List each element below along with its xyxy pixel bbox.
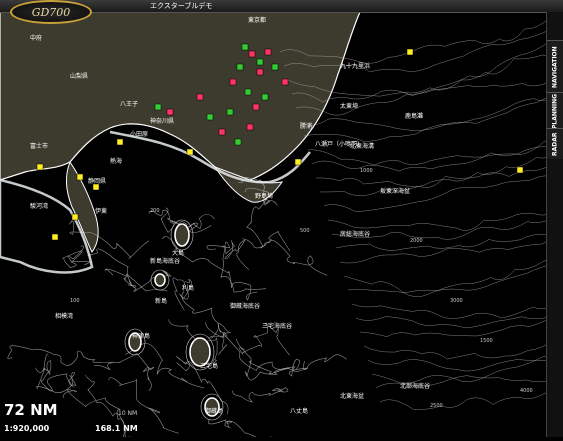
island: [189, 337, 211, 367]
place-label: 北東海盆: [340, 392, 364, 400]
place-label: 八瀬戸（小鳴門）: [315, 140, 363, 148]
side-tab-bar: NAVIGATION PLANNING RADAR: [546, 12, 563, 437]
chart-marker: [248, 50, 256, 58]
chart-marker: [51, 233, 59, 241]
chart-marker: [166, 108, 174, 116]
chart-marker: [218, 128, 226, 136]
place-label: 神津島: [132, 332, 150, 340]
chart-marker: [154, 103, 162, 111]
place-label: 坂東深海盆: [380, 187, 410, 195]
island: [174, 223, 190, 247]
brand-logo: GD700: [10, 0, 92, 24]
place-label: 八丈島: [290, 407, 308, 415]
place-label: 新島: [155, 297, 167, 305]
chart-map[interactable]: 中府 東京都八王子 山梨県静岡県 神奈川県 九十九里浜太東埼勝浦富士市伊東 熱海 小田原大島…: [0, 11, 563, 441]
depth-label: 1500: [480, 338, 493, 344]
scale-distance: 72 NM: [4, 401, 58, 419]
tab-planning[interactable]: PLANNING: [547, 92, 563, 129]
place-label: 伊東: [95, 207, 107, 215]
chart-marker: [36, 163, 44, 171]
place-label: 房総海底谷: [340, 230, 370, 238]
depth-label: 2500: [430, 403, 443, 409]
place-label: 新島海底谷: [150, 257, 180, 265]
depth-label: 4000: [520, 388, 533, 394]
chart-marker: [264, 48, 272, 56]
chart-marker: [76, 173, 84, 181]
place-label: 利島: [182, 284, 194, 292]
chart-marker: [71, 213, 79, 221]
chart-marker: [256, 68, 264, 76]
chart-marker: [196, 93, 204, 101]
chart-marker: [116, 138, 124, 146]
place-label: 鹿島灘: [405, 112, 423, 120]
chart-marker: [256, 58, 264, 66]
depth-label: 1000: [360, 168, 373, 174]
depth-label: 100: [70, 298, 80, 304]
island: [154, 273, 166, 287]
place-label: 駿河湾: [30, 202, 48, 210]
chart-marker: [234, 138, 242, 146]
place-label: 相模湾: [55, 312, 73, 320]
place-label: 富士市: [30, 142, 48, 150]
depth-label: 3000: [450, 298, 463, 304]
app-title: エクスターブルデモ: [150, 2, 213, 10]
chart-marker: [516, 166, 524, 174]
place-label: 八王子: [120, 101, 138, 108]
chart-marker: [294, 158, 302, 166]
chart-marker: [206, 113, 214, 121]
nautical-chart[interactable]: 中府 東京都八王子 山梨県静岡県 神奈川県 九十九里浜太東埼勝浦富士市伊東 熱海 小田原大島…: [0, 11, 563, 441]
place-label: 御蔵海底谷: [230, 302, 260, 310]
chart-marker: [241, 43, 249, 51]
depth-label: 200: [150, 208, 160, 214]
place-label: 中府: [30, 34, 42, 42]
place-label: 山梨県: [70, 72, 88, 80]
range-label: 10 NM: [118, 410, 138, 417]
chart-marker: [261, 93, 269, 101]
place-label: 東京都: [248, 16, 266, 24]
place-label: 北部海底谷: [400, 382, 430, 390]
place-label: 三宅海底谷: [262, 322, 292, 330]
chart-marker: [244, 88, 252, 96]
chart-marker: [281, 78, 289, 86]
place-label: 三宅島: [200, 362, 218, 370]
chart-marker: [406, 48, 414, 56]
place-label: 勝浦: [300, 122, 312, 130]
chart-marker: [246, 123, 254, 131]
place-label: 太東埼: [340, 102, 358, 110]
scale-ratio: 1:920,000: [4, 424, 50, 433]
chart-marker: [226, 108, 234, 116]
place-label: 野島埼: [255, 192, 273, 200]
place-label: 大島: [172, 249, 184, 257]
chart-marker: [186, 148, 194, 156]
tab-radar[interactable]: RADAR: [547, 128, 563, 159]
place-label: 小田原: [130, 130, 148, 138]
place-label: 九十九里浜: [340, 62, 370, 70]
place-label: 神奈川県: [150, 117, 174, 125]
chart-marker: [229, 78, 237, 86]
range-value: 168.1 NM: [95, 424, 138, 433]
chart-marker: [271, 63, 279, 71]
chart-marker: [236, 63, 244, 71]
chart-marker: [252, 103, 260, 111]
place-label: 御蔵島: [205, 407, 223, 415]
depth-label: 500: [300, 228, 310, 234]
place-label: 静岡県: [88, 177, 106, 185]
depth-label: 2000: [410, 238, 423, 244]
tab-navigation[interactable]: NAVIGATION: [547, 40, 563, 93]
place-label: 熱海: [110, 157, 122, 165]
